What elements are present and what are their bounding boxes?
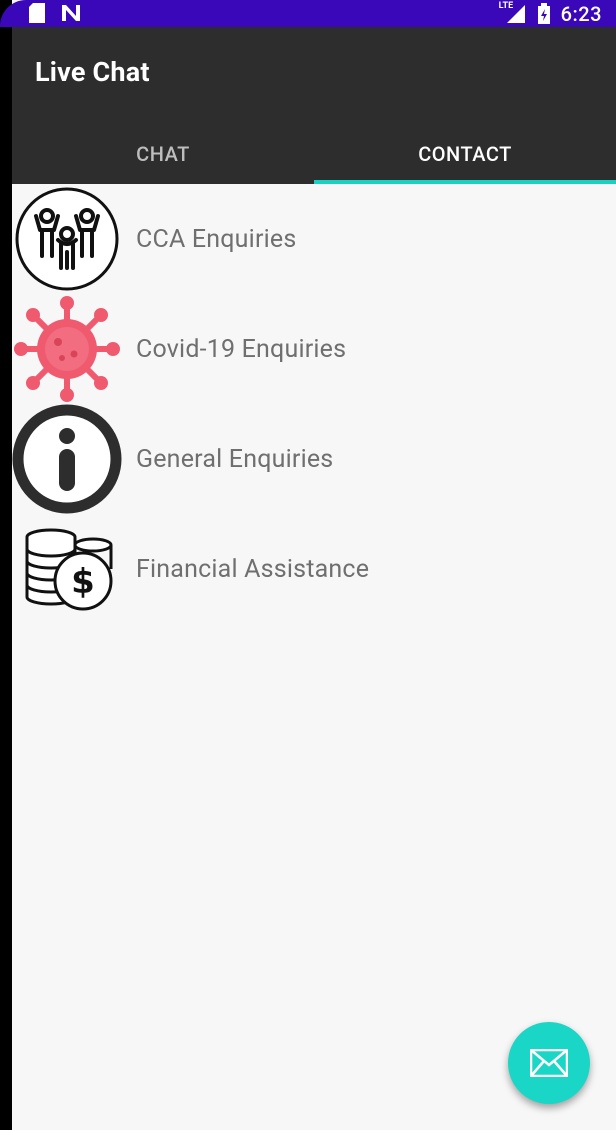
people-group-icon	[12, 184, 122, 294]
page-title: Live Chat	[35, 56, 150, 88]
compose-message-button[interactable]	[508, 1022, 590, 1104]
info-icon	[12, 404, 122, 514]
n-notification-icon	[62, 5, 80, 21]
contact-list: CCA Enquiries Covid-19 Enquiries General…	[12, 184, 616, 624]
app-bar: Live Chat CHAT CONTACT	[12, 27, 616, 184]
tab-bar: CHAT CONTACT	[12, 123, 616, 184]
contact-label-general: General Enquiries	[136, 444, 334, 474]
status-bar: LTE 6:23	[0, 0, 616, 27]
tab-contact[interactable]: CONTACT	[314, 123, 616, 184]
coins-dollar-icon: $	[12, 514, 122, 624]
clock: 6:23	[560, 1, 602, 26]
contact-item-general[interactable]: General Enquiries	[12, 404, 616, 514]
contact-item-financial[interactable]: $ Financial Assistance	[12, 514, 616, 624]
sd-card-icon	[29, 3, 45, 23]
lte-signal-icon: LTE	[499, 1, 527, 25]
contact-item-cca[interactable]: CCA Enquiries	[12, 184, 616, 294]
svg-text:$: $	[71, 562, 95, 602]
contact-label-financial: Financial Assistance	[136, 554, 370, 584]
contact-label-cca: CCA Enquiries	[136, 224, 297, 254]
contact-item-covid[interactable]: Covid-19 Enquiries	[12, 294, 616, 404]
tab-contact-label: CONTACT	[418, 141, 512, 166]
battery-charging-icon	[537, 2, 550, 24]
contact-label-covid: Covid-19 Enquiries	[136, 334, 347, 364]
tab-chat[interactable]: CHAT	[12, 123, 314, 184]
tab-chat-label: CHAT	[136, 141, 190, 166]
virus-icon	[12, 294, 122, 404]
mail-icon	[530, 1049, 568, 1077]
